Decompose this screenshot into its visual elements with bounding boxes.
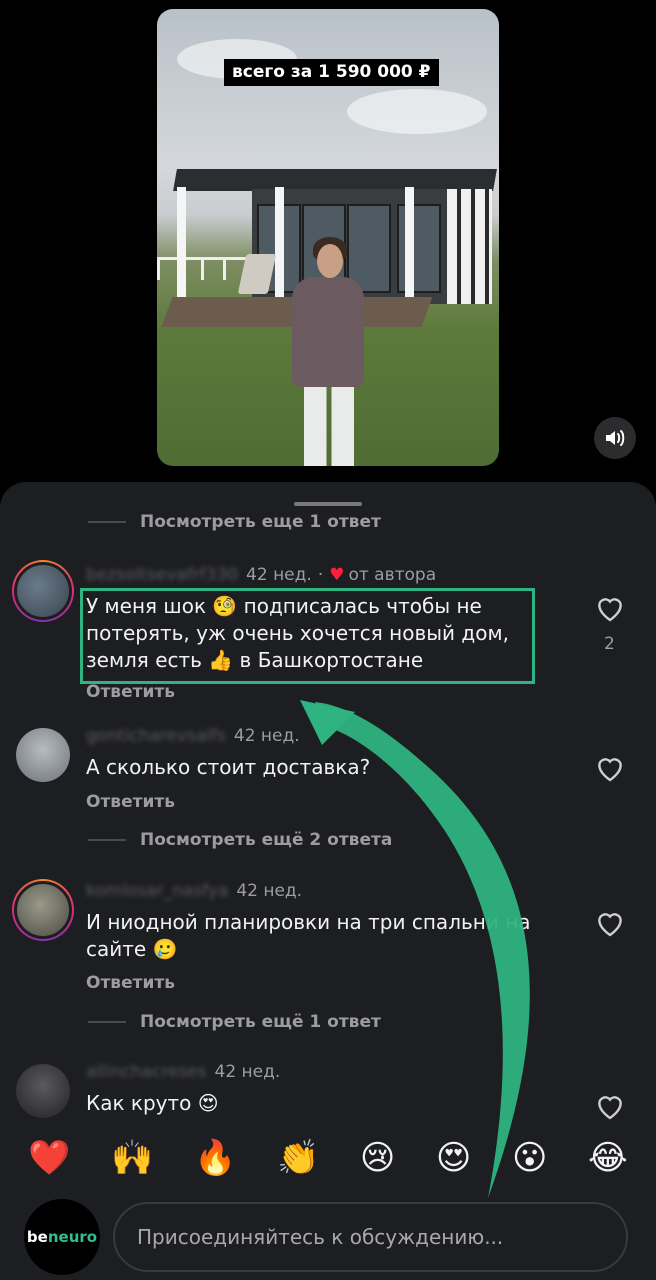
avatar[interactable]: [12, 560, 74, 622]
brand-logo-part2: neuro: [47, 1228, 98, 1246]
username[interactable]: bezsoltsevafrf330: [86, 565, 238, 585]
speaker-icon: [606, 430, 625, 446]
comment-input-wrapper: [113, 1202, 628, 1272]
emoji-clap-button[interactable]: 👏: [277, 1141, 319, 1175]
video-caption: всего за 1 590 000 ₽: [224, 59, 439, 86]
comment-text: А сколько стоит доставка?: [86, 755, 371, 779]
avatar-image: [14, 881, 72, 939]
emoji-fire-button[interactable]: 🔥: [194, 1141, 236, 1175]
reply-button[interactable]: Ответить: [86, 682, 175, 702]
view-more-replies-label: Посмотреть ещё 2 ответа: [140, 830, 393, 850]
avatar[interactable]: [12, 879, 74, 941]
divider: [88, 1021, 126, 1023]
comment-time: 42 нед.: [233, 726, 300, 746]
brand-logo-part1: be: [26, 1228, 48, 1246]
brand-logo: be neuro: [24, 1199, 100, 1275]
comment-text: Как круто 😍: [86, 1091, 219, 1115]
like-heart-icon[interactable]: [594, 907, 626, 939]
separator-dot: ·: [317, 565, 324, 585]
comment-time: 42 нед.: [246, 565, 312, 585]
reply-button[interactable]: Ответить: [86, 792, 175, 812]
cloud: [347, 89, 487, 134]
sheet-drag-handle[interactable]: [294, 502, 362, 506]
comment-time: 42 нед.: [236, 881, 303, 901]
view-more-replies-label: Посмотреть ещё 1 ответ: [140, 1012, 381, 1032]
like-heart-icon[interactable]: [594, 1090, 626, 1122]
like-heart-icon[interactable]: [594, 752, 626, 784]
emoji-reaction-bar: ❤️ 🙌 🔥 👏 😢 😍 😮 😂: [0, 1132, 656, 1184]
comment-meta: gonticharevsalfs 42 нед.: [86, 726, 300, 746]
emoji-surprised-button[interactable]: 😮: [512, 1141, 547, 1175]
comment-meta: komlosar_nasfya 42 нед.: [86, 881, 302, 901]
username[interactable]: allinchacreses: [86, 1062, 207, 1082]
reply-button[interactable]: Ответить: [86, 973, 175, 993]
divider: [88, 839, 126, 841]
video-player[interactable]: всего за 1 590 000 ₽: [157, 9, 499, 466]
like-count: 2: [604, 634, 615, 654]
avatar[interactable]: [12, 724, 74, 786]
house-post: [177, 187, 186, 309]
person-head: [317, 244, 343, 278]
house-post: [275, 187, 284, 309]
comment-time: 42 нед.: [214, 1062, 281, 1082]
emoji-crying-button[interactable]: 😢: [360, 1141, 395, 1175]
comment-meta: allinchacreses 42 нед.: [86, 1062, 280, 1082]
comment-text: И ниодной планировки на три спальни на с…: [86, 910, 531, 961]
avatar-image: [14, 562, 72, 620]
avatar-image: [16, 728, 70, 782]
avatar-image: [16, 1064, 70, 1118]
emoji-raised-hands-button[interactable]: 🙌: [111, 1141, 153, 1175]
house-post: [405, 187, 414, 309]
highlight-box: [80, 588, 535, 684]
sound-toggle-button[interactable]: [594, 417, 636, 459]
house-window: [397, 204, 441, 293]
view-more-replies[interactable]: Посмотреть еще 1 ответ: [88, 512, 381, 532]
like-heart-icon[interactable]: [594, 592, 626, 624]
username[interactable]: gonticharevsalfs: [86, 726, 226, 746]
person-coat: [292, 277, 364, 387]
emoji-heart-eyes-button[interactable]: 😍: [436, 1141, 471, 1175]
comment-meta: bezsoltsevafrf330 42 нед. · ♥ от автора: [86, 565, 436, 585]
house-siding: [447, 189, 492, 304]
view-more-replies[interactable]: Посмотреть ещё 1 ответ: [88, 1012, 381, 1032]
author-heart-icon: ♥: [329, 565, 345, 585]
comment-input[interactable]: [135, 1224, 626, 1250]
divider: [88, 521, 126, 523]
username[interactable]: komlosar_nasfya: [86, 881, 228, 901]
author-like-label: от автора: [348, 565, 437, 585]
view-more-replies-label: Посмотреть еще 1 ответ: [140, 512, 381, 532]
person-legs: [304, 381, 354, 466]
emoji-laughing-button[interactable]: 😂: [588, 1141, 628, 1175]
avatar[interactable]: [12, 1060, 74, 1122]
house-roof: [173, 169, 497, 191]
view-more-replies[interactable]: Посмотреть ещё 2 ответа: [88, 830, 392, 850]
emoji-heart-button[interactable]: ❤️: [28, 1141, 70, 1175]
